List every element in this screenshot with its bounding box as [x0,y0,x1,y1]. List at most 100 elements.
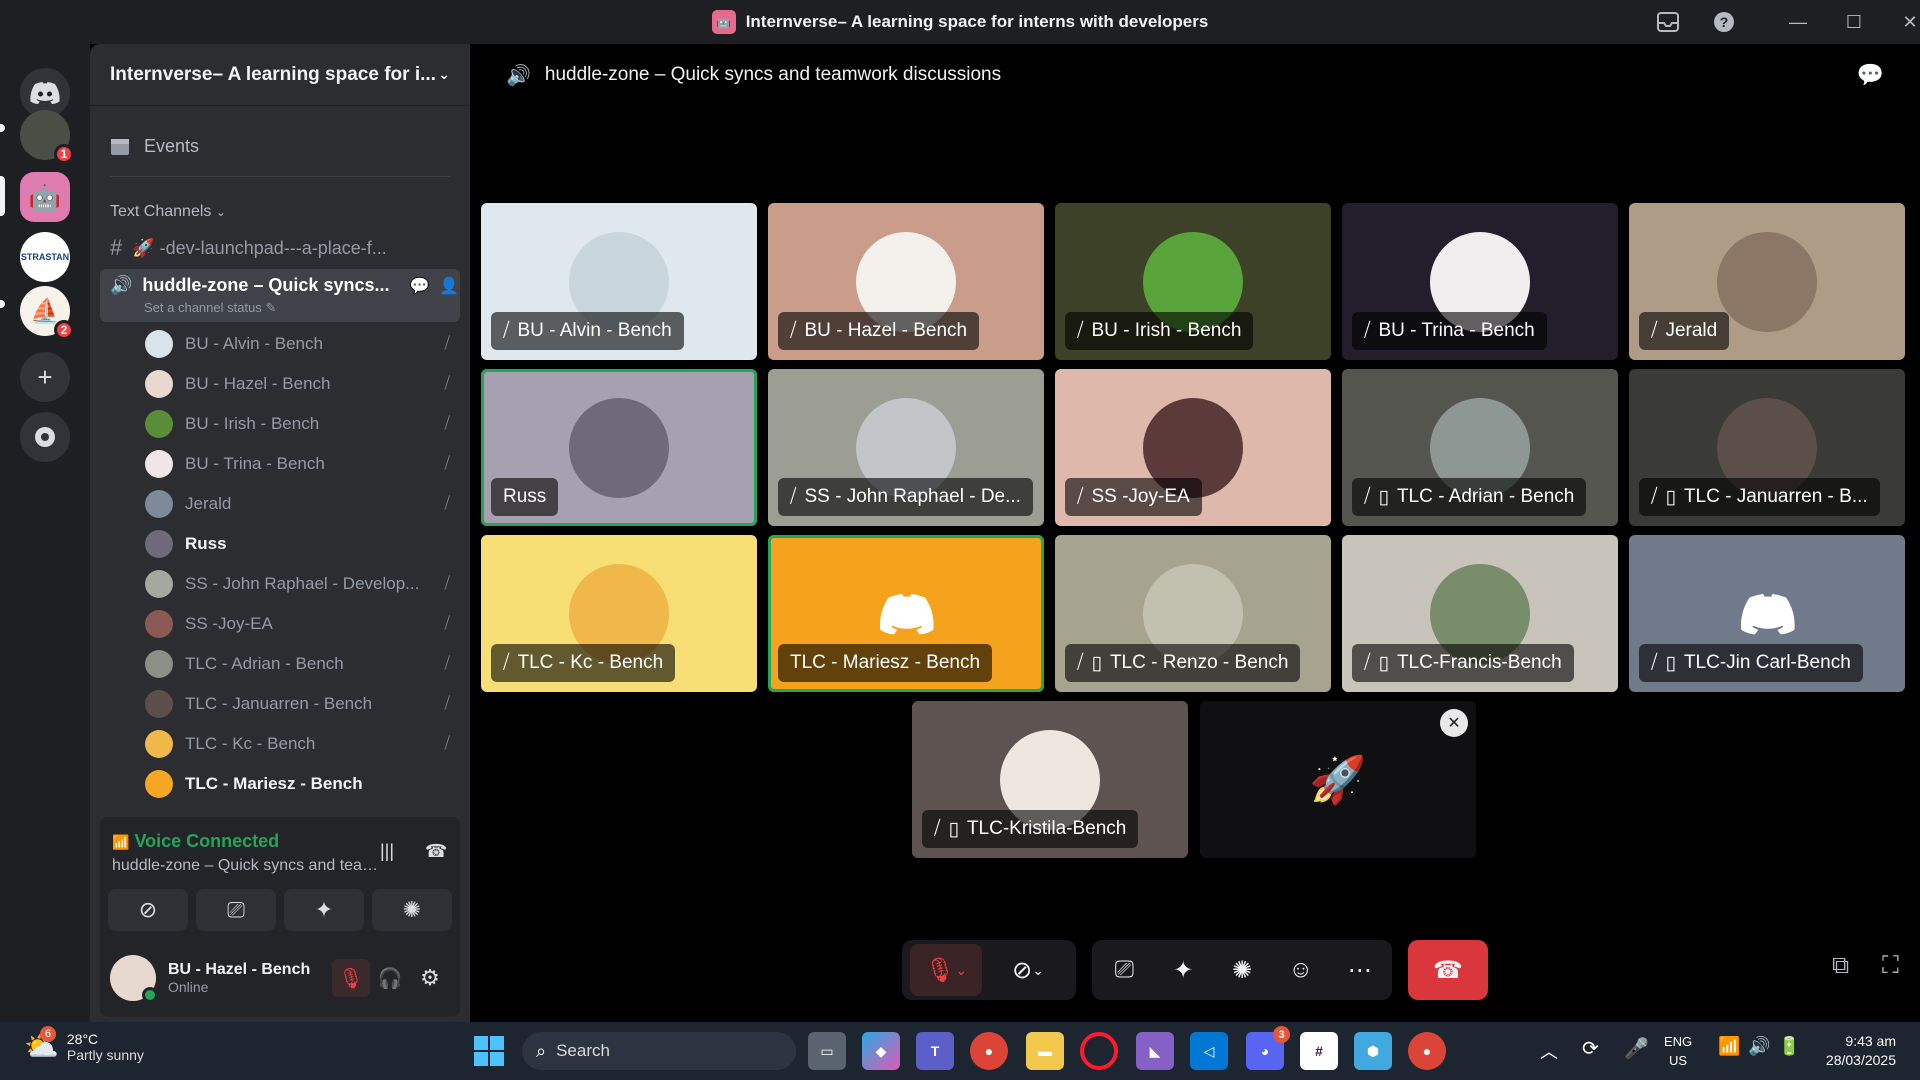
task-view-icon[interactable]: ▭ [808,1032,846,1070]
voice-member-row[interactable]: SS -Joy-EA ⧸ [90,604,470,644]
sync-icon[interactable]: ⟳ [1582,1036,1599,1061]
server-item-dm[interactable]: 1 [20,110,74,164]
participant-tile[interactable]: ⧸ Jerald [1629,203,1905,360]
teams-icon[interactable]: T [916,1032,954,1070]
disconnect-icon[interactable]: ☎ [425,841,447,862]
weather-widget[interactable]: ⛅ 6 28°C Partly sunny [24,1026,144,1063]
taskbar-search[interactable]: ⌕ Search [522,1032,796,1070]
soundboard-button[interactable]: ✺ [1218,944,1267,996]
slack-icon[interactable]: # [1300,1032,1338,1070]
voice-member-row[interactable]: BU - Hazel - Bench ⧸ [90,364,470,404]
clock[interactable]: 9:43 am 28/03/2025 [1816,1032,1896,1070]
category-text-channels[interactable]: Text Channels ⌄ [90,177,470,229]
copilot-icon[interactable]: ◆ [862,1032,900,1070]
participant-tile[interactable]: ⧸ ▯ TLC - Januarren - B... [1629,369,1905,526]
maximize-icon[interactable]: ☐ [1826,0,1882,44]
chevron-down-icon[interactable]: ⌄ [955,962,967,979]
voice-member-row[interactable]: BU - Alvin - Bench ⧸ [90,324,470,364]
start-button[interactable] [470,1032,508,1070]
volume-icon[interactable]: 🔊 [1748,1036,1770,1057]
hexagon-app-icon[interactable]: ⬢ [1354,1032,1392,1070]
soundboard-button[interactable]: ✺ [372,889,452,931]
close-window-icon[interactable]: ✕ [1882,0,1920,44]
mic-toggle-button[interactable]: 🎙 ⌄ [910,944,982,996]
opera-icon[interactable] [1080,1032,1118,1070]
voice-member-row[interactable]: TLC - Mariesz - Bench [90,764,470,804]
inbox-icon[interactable] [1640,0,1696,44]
gear-icon[interactable]: ⚙ [410,965,450,991]
avatar[interactable] [110,955,158,1003]
chevron-down-icon[interactable]: ⌄ [1032,962,1044,979]
discord-taskbar-icon[interactable]: ◕ 3 [1246,1026,1290,1070]
add-server-button[interactable]: + [20,352,70,402]
help-icon[interactable]: ? [1696,0,1752,44]
screen-share-button[interactable]: ⎚ [1100,944,1149,996]
emoji-button[interactable]: ☺ [1276,944,1325,996]
participant-tile[interactable]: ⧸ BU - Trina - Bench [1342,203,1618,360]
set-channel-status[interactable]: Set a channel status ✎ [110,300,450,316]
participant-tile[interactable]: ⧸ ▯ TLC - Renzo - Bench [1055,535,1331,692]
activities-button[interactable]: ✦ [1159,944,1208,996]
server-item-internverse[interactable]: 🤖 [20,172,70,222]
server-header[interactable]: Internverse– A learning space for i... ⌄ [90,44,470,106]
invite-icon[interactable]: 👤 [439,276,459,296]
participant-tile[interactable]: ⧸ SS -Joy-EA [1055,369,1331,526]
activity-launcher-tile[interactable]: ✕ 🚀 [1200,701,1476,858]
participant-tile[interactable]: ⧸ ▯ TLC-Kristila-Bench [912,701,1188,858]
participant-tile[interactable]: Russ [481,369,757,526]
user-name[interactable]: BU - Hazel - Bench [168,961,332,979]
voice-member-row[interactable]: TLC - Januarren - Bench ⧸ [90,684,470,724]
chevron-up-icon[interactable]: ︿ [1540,1038,1558,1064]
vscode-icon[interactable]: ◁ [1190,1032,1228,1070]
battery-icon[interactable]: 🔋 [1778,1036,1800,1057]
events-item[interactable]: Events [90,116,470,176]
unmute-button[interactable]: 🎙 [332,959,370,997]
voice-member-row[interactable]: Russ [90,524,470,564]
participant-tile[interactable]: ⧸ BU - Hazel - Bench [768,203,1044,360]
activities-button[interactable]: ✦ [284,889,364,931]
participant-tile[interactable]: ⧸ BU - Irish - Bench [1055,203,1331,360]
voice-channel-name[interactable]: huddle-zone – Quick syncs and teamwork .… [112,857,382,875]
disconnect-button[interactable]: ☎ [1408,940,1488,1000]
camera-off-button[interactable]: ⊘ [108,889,188,931]
chat-icon[interactable]: 💬 [409,276,429,296]
server-item-strastan[interactable]: STRASTAN [20,232,70,282]
voice-connected-status[interactable]: 📶 Voice Connected [112,831,279,852]
fullscreen-icon[interactable]: ⛶ [1882,952,1899,980]
discover-button[interactable] [20,412,70,462]
noise-suppression-icon[interactable]: ||| [380,841,394,862]
language-indicator[interactable]: ENG US [1664,1032,1692,1070]
file-explorer-icon[interactable]: ▬ [1026,1032,1064,1070]
screen-share-button[interactable]: ⎚ [196,889,276,931]
server-item-sailboat[interactable]: ⛵ 2 [20,286,74,340]
headphones-icon[interactable]: 🎧 [370,966,410,991]
voice-member-row[interactable]: TLC - Kc - Bench ⧸ [90,724,470,764]
more-button[interactable]: ⋯ [1335,944,1384,996]
voice-member-row[interactable]: BU - Trina - Bench ⧸ [90,444,470,484]
participant-tile[interactable]: ⧸ ▯ TLC - Adrian - Bench [1342,369,1618,526]
wifi-icon[interactable]: 📶 [1718,1036,1740,1057]
mic-muted-icon: ⧸ [790,486,797,507]
camera-toggle-button[interactable]: ⊘ ⌄ [992,944,1064,996]
chrome-icon[interactable]: ● [970,1032,1008,1070]
voice-member-row[interactable]: BU - Irish - Bench ⧸ [90,404,470,444]
microphone-icon[interactable]: 🎤 [1624,1036,1649,1061]
participant-tile[interactable]: TLC - Mariesz - Bench [768,535,1044,692]
participant-tile[interactable]: ⧸ ▯ TLC-Francis-Bench [1342,535,1618,692]
popout-icon[interactable]: ⧉ [1832,952,1849,980]
minimize-icon[interactable]: — [1770,0,1826,44]
chat-bubble-icon[interactable]: 💬 [1857,62,1884,88]
voice-member-row[interactable]: SS - John Raphael - Develop... ⧸ [90,564,470,604]
channel-dev-launchpad[interactable]: # 🚀 -dev-launchpad---a-place-f... [90,229,470,267]
chrome-profile-icon[interactable]: ● [1408,1032,1446,1070]
channel-huddle-zone[interactable]: 🔊 huddle-zone – Quick syncs... 💬 👤 Set a… [100,269,460,322]
participant-tile[interactable]: ⧸ SS - John Raphael - De... [768,369,1044,526]
voice-member-row[interactable]: TLC - Adrian - Bench ⧸ [90,644,470,684]
close-icon[interactable]: ✕ [1440,709,1468,737]
participant-tile[interactable]: ⧸ ▯ TLC-Jin Carl-Bench [1629,535,1905,692]
participant-tile[interactable]: ⧸ TLC - Kc - Bench [481,535,757,692]
voice-member-row[interactable]: Jerald ⧸ [90,484,470,524]
visual-studio-icon[interactable]: ◣ [1136,1032,1174,1070]
online-status-dot [142,987,158,1003]
participant-tile[interactable]: ⧸ BU - Alvin - Bench [481,203,757,360]
